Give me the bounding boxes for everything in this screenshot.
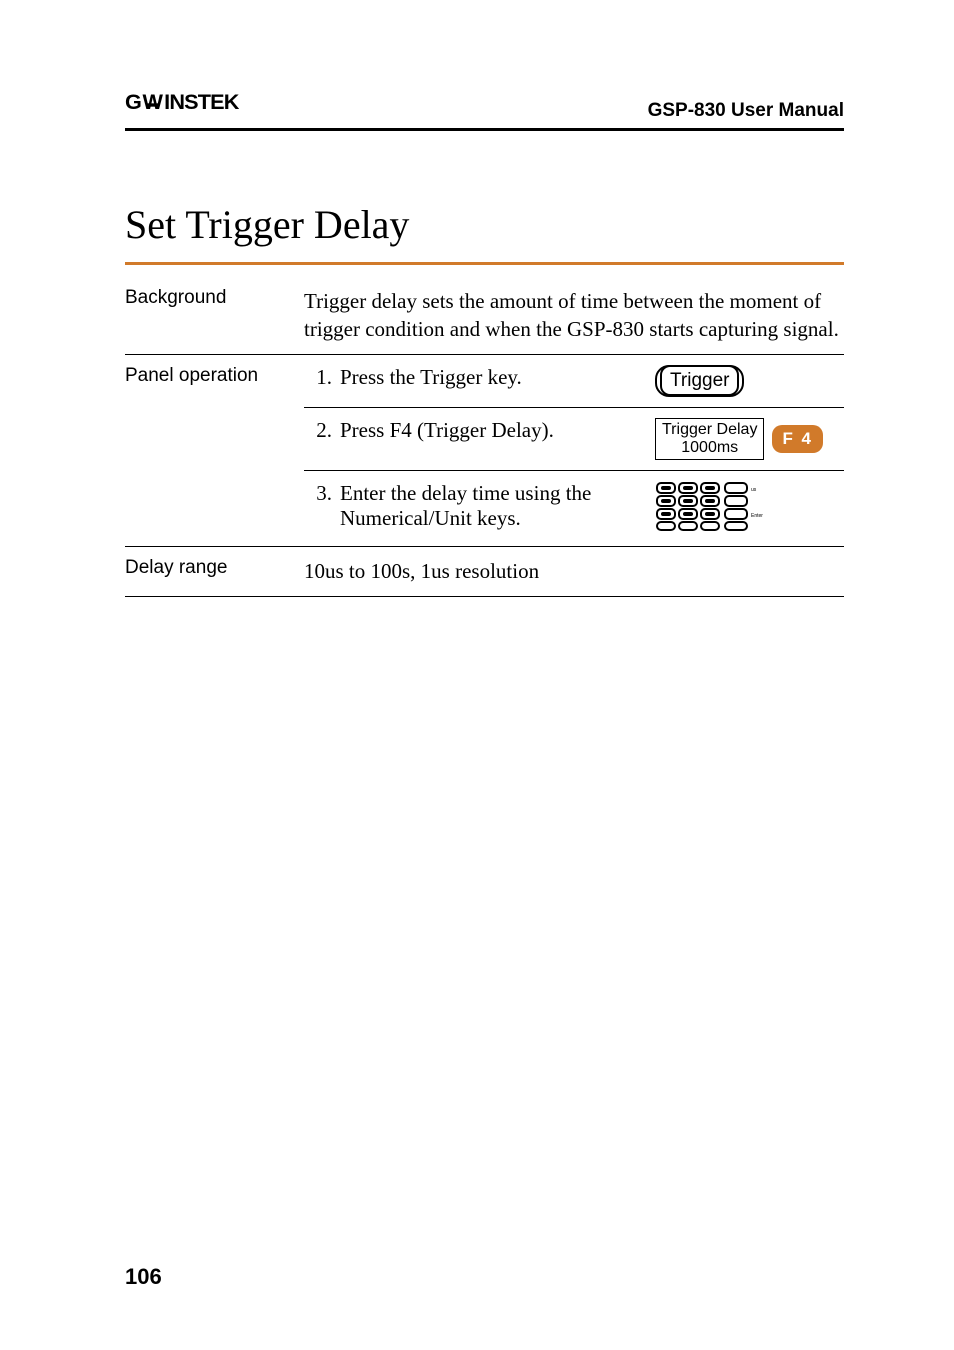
step2-text: Press F4 (Trigger Delay).	[340, 407, 655, 471]
softkey-display: Trigger Delay 1000ms	[655, 418, 764, 461]
delay-range-row: Delay range 10us to 100s, 1us resolution	[125, 547, 844, 596]
header-separator	[125, 128, 844, 131]
page: G W INSTEK GSP-830 User Manual Set Trigg…	[0, 0, 954, 1350]
svg-text:INSTEK: INSTEK	[164, 90, 240, 114]
background-row: Background Trigger delay sets the amount…	[125, 277, 844, 354]
panel-label: Panel operation	[125, 354, 304, 547]
step3-number: 3.	[304, 471, 340, 547]
manual-title: GSP-830 User Manual	[648, 100, 844, 122]
step1-text: Press the Trigger key.	[340, 354, 655, 407]
trigger-key-label: Trigger	[660, 365, 739, 396]
panel-step1-row: Panel operation 1. Press the Trigger key…	[125, 354, 844, 407]
background-text: Trigger delay sets the amount of time be…	[304, 277, 844, 354]
delay-range-text: 10us to 100s, 1us resolution	[304, 547, 844, 596]
step2-graphic: Trigger Delay 1000ms F 4	[655, 407, 844, 471]
softkey-line1: Trigger Delay	[662, 421, 757, 439]
softkey-line2: 1000ms	[662, 439, 757, 457]
brand-logo: G W INSTEK	[125, 90, 275, 122]
page-header: G W INSTEK GSP-830 User Manual	[125, 90, 844, 128]
gwinstek-logo-icon: G W INSTEK	[125, 90, 275, 115]
svg-text:Enter: Enter	[751, 513, 763, 519]
step1-graphic: Trigger	[655, 354, 844, 407]
step2-number: 2.	[304, 407, 340, 471]
f4-button: F 4	[772, 425, 823, 453]
step3-graphic: us Enter	[655, 471, 844, 547]
svg-text:W: W	[143, 90, 164, 114]
background-label: Background	[125, 277, 304, 354]
keypad-icon: us Enter	[655, 481, 765, 531]
svg-text:G: G	[125, 90, 142, 114]
page-number: 106	[125, 1264, 162, 1290]
step3-text: Enter the delay time using the Numerical…	[340, 471, 655, 547]
svg-text:us: us	[751, 487, 757, 493]
delay-range-label: Delay range	[125, 547, 304, 596]
trigger-key-button: Trigger	[655, 365, 744, 397]
content-table: Background Trigger delay sets the amount…	[125, 277, 844, 597]
step1-number: 1.	[304, 354, 340, 407]
section-heading: Set Trigger Delay	[125, 201, 844, 248]
section-underline	[125, 262, 844, 265]
